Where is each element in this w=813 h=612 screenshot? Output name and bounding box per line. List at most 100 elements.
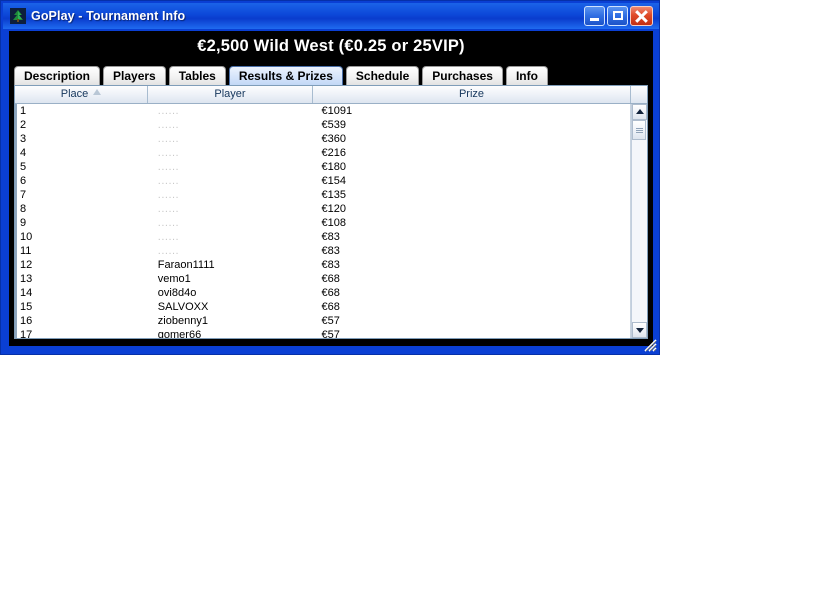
- table-row[interactable]: 4...... €216: [15, 146, 630, 160]
- cell-place: 15: [15, 300, 148, 314]
- tab-schedule[interactable]: Schedule: [345, 66, 420, 85]
- table-row[interactable]: 13 vemo1 €68: [15, 272, 630, 286]
- cell-prize: €539: [321, 119, 346, 131]
- column-header-player-label: Player: [214, 88, 246, 100]
- vertical-scrollbar[interactable]: [631, 104, 647, 338]
- desktop-background: GoPlay - Tournament Info €2,500 Wild Wes…: [0, 0, 813, 612]
- tab-info[interactable]: Info: [505, 66, 548, 85]
- scrollbar-thumb[interactable]: [632, 120, 646, 140]
- cell-prize: €360: [321, 133, 346, 145]
- window-client-area: €2,500 Wild West (€0.25 or 25VIP) Descri…: [9, 31, 653, 346]
- cell-prize: €216: [321, 147, 346, 159]
- maximize-icon: [613, 11, 623, 20]
- cell-prize: €83: [321, 245, 340, 257]
- cell-place: 17: [15, 328, 148, 338]
- pine-tree-icon: [10, 8, 26, 24]
- table-row[interactable]: 11...... €83: [15, 244, 630, 258]
- resize-grip[interactable]: [643, 338, 657, 352]
- table-row[interactable]: 15 SALVOXX €68: [15, 300, 630, 314]
- cell-place: 11: [15, 244, 148, 258]
- grid-body: 1...... €1091 2...... €539 3...... €360 4.....…: [15, 104, 647, 338]
- cell-prize: €83: [321, 259, 340, 271]
- cell-player: ......: [157, 119, 180, 131]
- table-row[interactable]: 7...... €135: [15, 188, 630, 202]
- tournament-info-window: GoPlay - Tournament Info €2,500 Wild Wes…: [0, 0, 660, 355]
- cell-player: ovi8d4o: [157, 287, 197, 299]
- window-titlebar[interactable]: GoPlay - Tournament Info: [3, 3, 659, 29]
- close-button[interactable]: [630, 6, 653, 26]
- tab-description[interactable]: Description: [14, 66, 101, 85]
- table-row[interactable]: 10...... €83: [15, 230, 630, 244]
- column-header-filler: [631, 86, 647, 103]
- cell-player: ......: [157, 245, 180, 257]
- cell-place: 8: [15, 202, 148, 216]
- tournament-title: €2,500 Wild West (€0.25 or 25VIP): [197, 37, 465, 55]
- cell-place: 9: [15, 216, 148, 230]
- arrow-up-icon: [636, 109, 644, 114]
- table-row[interactable]: 2...... €539: [15, 118, 630, 132]
- cell-prize: €154: [321, 175, 346, 187]
- cell-prize: €1091: [321, 105, 353, 117]
- cell-place: 5: [15, 160, 148, 174]
- cell-place: 3: [15, 132, 148, 146]
- cell-player: ......: [157, 133, 180, 145]
- table-row[interactable]: 16 ziobenny1 €57: [15, 314, 630, 328]
- cell-place: 16: [15, 314, 148, 328]
- table-row[interactable]: 17 gomer66 €57: [15, 328, 630, 338]
- minimize-button[interactable]: [584, 6, 605, 26]
- cell-player: ......: [157, 203, 180, 215]
- cell-prize: €135: [321, 189, 346, 201]
- results-grid-panel: Place Player Prize 1...... €1091 2...... €5…: [14, 85, 648, 339]
- column-header-player[interactable]: Player: [148, 86, 313, 103]
- cell-prize: €83: [321, 231, 340, 243]
- cell-prize: €68: [321, 273, 340, 285]
- table-row[interactable]: 1...... €1091: [15, 104, 630, 118]
- grid-header-row: Place Player Prize: [15, 86, 647, 104]
- cell-prize: €120: [321, 203, 346, 215]
- tab-players[interactable]: Players: [103, 66, 166, 85]
- grid-rows-container[interactable]: 1...... €1091 2...... €539 3...... €360 4.....…: [15, 104, 631, 338]
- table-row[interactable]: 8...... €120: [15, 202, 630, 216]
- table-row[interactable]: 12 Faraon1111 €83: [15, 258, 630, 272]
- cell-place: 14: [15, 286, 148, 300]
- cell-prize: €57: [321, 329, 340, 338]
- maximize-button[interactable]: [607, 6, 628, 26]
- cell-player: ......: [157, 147, 180, 159]
- scrollbar-track[interactable]: [632, 120, 647, 322]
- cell-player: ......: [157, 175, 180, 187]
- cell-player: ......: [157, 189, 180, 201]
- table-row[interactable]: 3...... €360: [15, 132, 630, 146]
- cell-player: ......: [157, 161, 180, 173]
- cell-place: 12: [15, 258, 148, 272]
- cell-prize: €108: [321, 217, 346, 229]
- cell-player: vemo1: [157, 273, 191, 285]
- cell-player: gomer66: [157, 329, 202, 338]
- table-row[interactable]: 9...... €108: [15, 216, 630, 230]
- cell-prize: €57: [321, 315, 340, 327]
- table-row[interactable]: 5...... €180: [15, 160, 630, 174]
- cell-place: 4: [15, 146, 148, 160]
- cell-prize: €68: [321, 287, 340, 299]
- cell-place: 10: [15, 230, 148, 244]
- column-header-prize[interactable]: Prize: [313, 86, 631, 103]
- cell-player: ......: [157, 217, 180, 229]
- cell-place: 6: [15, 174, 148, 188]
- cell-player: ......: [157, 105, 180, 117]
- cell-player: SALVOXX: [157, 301, 209, 313]
- scroll-up-button[interactable]: [632, 104, 647, 120]
- tab-results-prizes[interactable]: Results & Prizes: [228, 66, 343, 85]
- cell-prize: €180: [321, 161, 346, 173]
- table-row[interactable]: 14 ovi8d4o €68: [15, 286, 630, 300]
- cell-place: 2: [15, 118, 148, 132]
- cell-player: Faraon1111: [157, 259, 215, 271]
- table-row[interactable]: 6...... €154: [15, 174, 630, 188]
- cell-place: 1: [15, 104, 148, 118]
- sort-ascending-icon: [93, 89, 102, 95]
- scroll-down-button[interactable]: [632, 322, 647, 338]
- tab-tables[interactable]: Tables: [168, 66, 226, 85]
- cell-place: 13: [15, 272, 148, 286]
- tab-purchases[interactable]: Purchases: [422, 66, 503, 85]
- tab-strip: Description Players Tables Results & Prizes…: [14, 64, 551, 85]
- column-header-place[interactable]: Place: [15, 86, 148, 103]
- column-header-place-label: Place: [60, 88, 89, 100]
